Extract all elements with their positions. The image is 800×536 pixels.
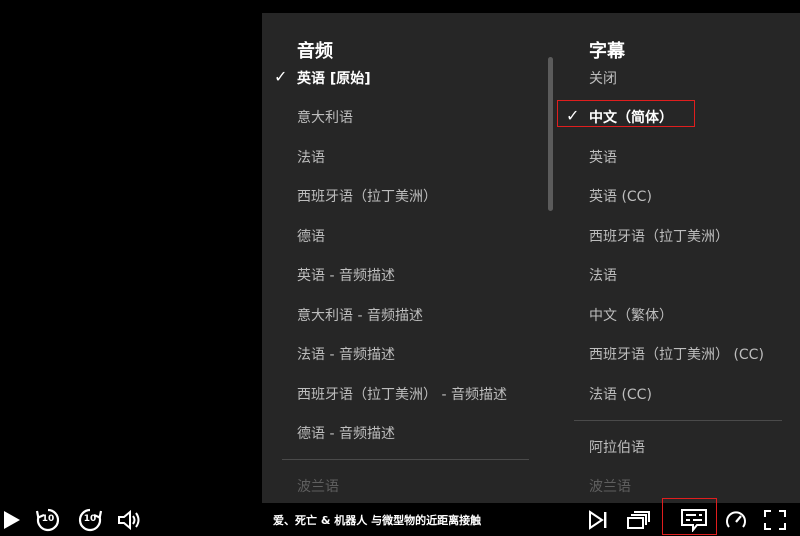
audio-scrollbar[interactable] [548,57,553,211]
episodes-icon [626,510,650,530]
audio-selected-check-icon: ✓ [274,67,288,86]
episode-title: 爱、死亡 & 机器人 与微型物的近距离接触 [273,514,482,527]
audio-option-german-ad[interactable]: 德语 - 音频描述 [297,423,395,443]
audio-title: 音频 [297,41,333,62]
audio-option-french[interactable]: 法语 [297,147,325,167]
audio-subtitle-menu: 音频 ✓ 英语 [原始] 意大利语 法语 西班牙语（拉丁美洲） 德语 英语 - … [262,13,800,503]
play-icon [1,510,21,530]
forward-10-button[interactable]: 10 [76,503,104,536]
next-episode-button[interactable] [584,503,612,536]
speed-icon [724,508,748,532]
subtitle-option-french-cc[interactable]: 法语 (CC) [589,384,652,404]
player-control-bar: 10 10 爱、死亡 & 机器人 与微型物的近距离接触 [0,498,800,536]
subtitle-option-arabic[interactable]: 阿拉伯语 [589,437,645,457]
audio-option-italian-ad[interactable]: 意大利语 - 音频描述 [297,305,423,325]
audio-option-spanish-la-ad[interactable]: 西班牙语（拉丁美洲） - 音频描述 [297,384,507,404]
audio-option-german[interactable]: 德语 [297,226,325,246]
subtitles-title: 字幕 [589,41,625,62]
subtitle-option-english[interactable]: 英语 [589,147,617,167]
subtitle-option-spanish-la[interactable]: 西班牙语（拉丁美洲） [589,226,729,246]
next-episode-icon [587,509,609,530]
forward-10-icon: 10 [77,507,103,533]
subtitle-option-french[interactable]: 法语 [589,265,617,285]
subtitle-divider [574,420,782,421]
audio-subtitles-button[interactable] [676,503,712,536]
audio-option-spanish-la[interactable]: 西班牙语（拉丁美洲） [297,186,437,206]
subtitle-option-english-cc[interactable]: 英语 (CC) [589,186,652,206]
forward-seconds-label: 10 [83,513,97,524]
audio-option-english-ad[interactable]: 英语 - 音频描述 [297,265,395,285]
subtitle-selected-check-icon: ✓ [566,106,580,125]
rewind-10-button[interactable]: 10 [34,503,62,536]
volume-button[interactable] [116,503,144,536]
play-button[interactable] [0,503,22,536]
audio-option-italian[interactable]: 意大利语 [297,107,353,127]
subtitle-option-polish[interactable]: 波兰语 [589,476,631,496]
rewind-10-icon: 10 [35,507,61,533]
fullscreen-icon [764,509,786,530]
playback-speed-button[interactable] [722,503,750,536]
audio-option-english-original[interactable]: 英语 [原始] [297,68,371,88]
subtitle-option-spanish-la-cc[interactable]: 西班牙语（拉丁美洲） (CC) [589,344,764,364]
subtitle-option-chinese-traditional[interactable]: 中文（繁体） [589,305,673,325]
volume-icon [117,509,143,531]
subtitle-option-chinese-simplified[interactable]: 中文（简体） [589,107,673,127]
audio-option-french-ad[interactable]: 法语 - 音频描述 [297,344,395,364]
audio-divider [282,459,529,460]
subtitles-icon [680,508,708,532]
subtitle-option-off[interactable]: 关闭 [589,68,617,88]
rewind-seconds-label: 10 [41,513,55,524]
fullscreen-button[interactable] [762,503,788,536]
episodes-button[interactable] [624,503,652,536]
audio-option-polish[interactable]: 波兰语 [297,476,339,496]
